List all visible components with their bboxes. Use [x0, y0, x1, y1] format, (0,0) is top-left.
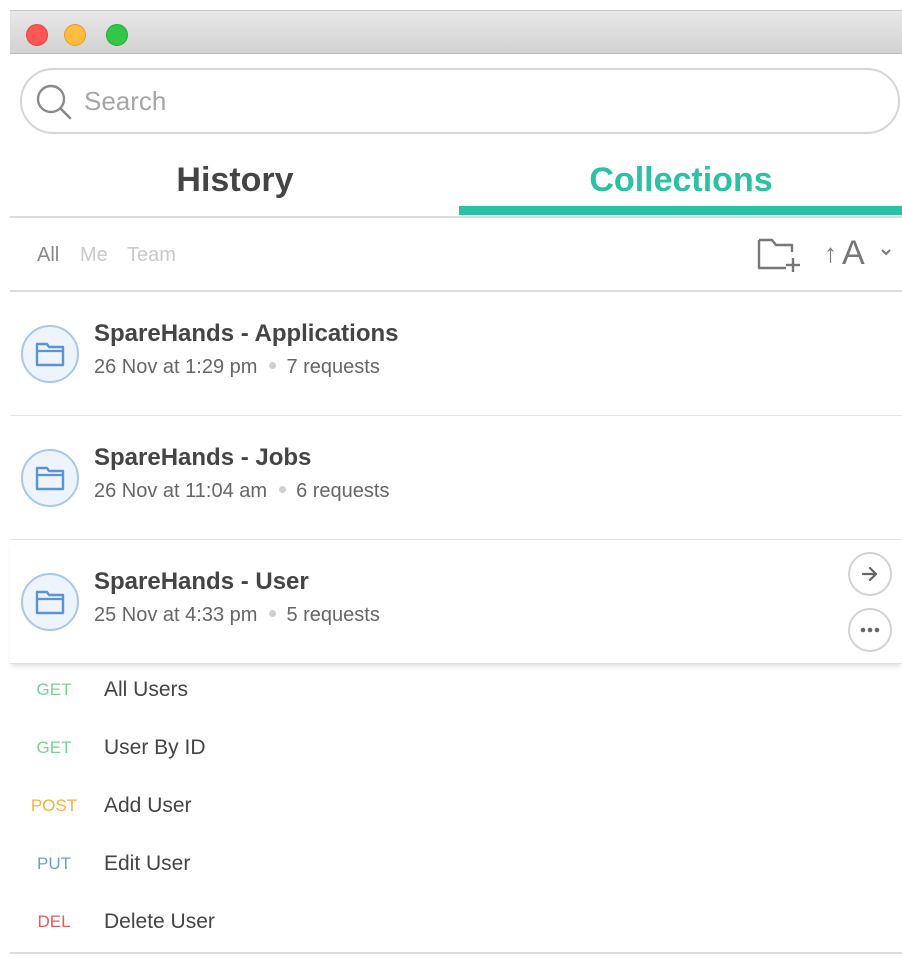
folder-icon [21, 573, 79, 631]
collection-date: 25 Nov at 4:33 pm [94, 604, 258, 626]
new-collection-button[interactable] [756, 234, 804, 274]
request-name: All Users [104, 678, 189, 701]
request-method: GET [36, 680, 72, 699]
separator-dot [269, 362, 277, 370]
arrow-right-icon [861, 566, 878, 582]
collection-item[interactable]: SpareHands - Applications 26 Nov at 1:29… [10, 292, 902, 416]
request-name: User By ID [104, 736, 206, 759]
request-list: GET All Users GET User By ID POST Add Us… [10, 664, 902, 954]
request-item[interactable]: GET All Users [10, 664, 902, 722]
filter-all[interactable]: All [37, 244, 59, 267]
collection-more-button[interactable] [848, 608, 892, 652]
folder-icon [21, 449, 79, 507]
filter-me[interactable]: Me [80, 244, 108, 267]
search-box[interactable] [20, 68, 900, 134]
minimize-window-button[interactable] [64, 24, 86, 46]
filter-team[interactable]: Team [127, 244, 176, 267]
new-folder-icon [757, 238, 800, 272]
window-titlebar [10, 10, 902, 54]
request-name: Edit User [104, 852, 191, 875]
collection-meta: 26 Nov at 11:04 am 6 requests [94, 480, 389, 503]
collection-request-count: 5 requests [286, 604, 380, 626]
sort-arrow-icon: ↑ [824, 238, 837, 268]
sort-label: A [842, 234, 865, 272]
collection-date: 26 Nov at 1:29 pm [94, 356, 258, 378]
collection-name: SpareHands - Applications [94, 320, 399, 347]
tab-history[interactable]: History [10, 150, 460, 218]
collection-request-count: 7 requests [286, 356, 380, 378]
collection-request-count: 6 requests [296, 480, 390, 502]
chevron-down-icon [881, 249, 891, 256]
open-collection-button[interactable] [848, 552, 892, 596]
search-input[interactable] [84, 82, 864, 120]
more-options-icon [860, 627, 880, 633]
sidebar-tabs: History Collections [10, 150, 902, 218]
request-method: DEL [37, 912, 71, 931]
request-item[interactable]: GET User By ID [10, 722, 902, 780]
collection-date: 26 Nov at 11:04 am [94, 480, 268, 502]
collection-name: SpareHands - User [94, 568, 309, 595]
request-item[interactable]: DEL Delete User [10, 896, 902, 954]
request-name: Add User [104, 794, 192, 817]
collection-meta: 26 Nov at 1:29 pm 7 requests [94, 356, 380, 379]
collection-item[interactable]: SpareHands - Jobs 26 Nov at 11:04 am 6 re… [10, 416, 902, 540]
request-item[interactable]: POST Add User [10, 780, 902, 838]
separator-dot [279, 486, 287, 494]
collection-item-expanded[interactable]: SpareHands - User 25 Nov at 4:33 pm 5 req… [10, 540, 902, 664]
zoom-window-button[interactable] [106, 24, 128, 46]
request-method: PUT [37, 854, 71, 873]
close-window-button[interactable] [26, 24, 48, 46]
separator-dot [269, 610, 277, 618]
request-name: Delete User [104, 910, 215, 933]
request-method: GET [36, 738, 72, 757]
active-tab-indicator [459, 206, 902, 215]
request-method: POST [30, 796, 78, 815]
request-item[interactable]: PUT Edit User [10, 838, 902, 896]
folder-icon [21, 325, 79, 383]
search-icon [36, 84, 72, 120]
collection-name: SpareHands - Jobs [94, 444, 312, 471]
collection-meta: 25 Nov at 4:33 pm 5 requests [94, 604, 380, 627]
collections-filter-bar: All Me Team ↑ A [10, 220, 902, 292]
